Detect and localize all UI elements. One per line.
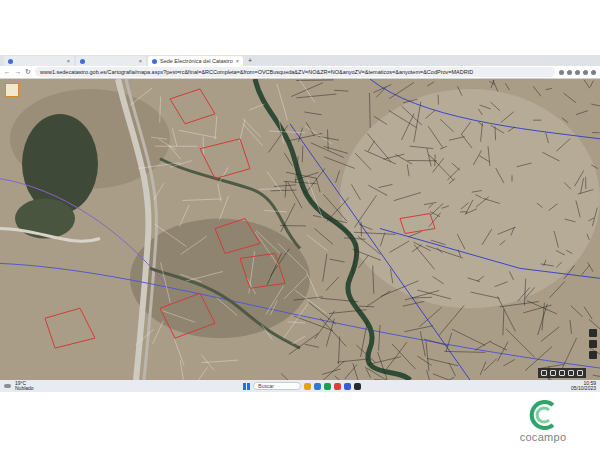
tab-title[interactable]: Sede Electrónica del Catastro [160, 56, 233, 66]
taskbar-apps [243, 382, 361, 390]
address-field[interactable]: www1.sedecatastro.gob.es/Cartografia/map… [35, 67, 555, 77]
weather-text: 19°CNublado [15, 381, 34, 392]
nav-button[interactable]: ↻ [25, 67, 31, 77]
taskbar: 19°CNublado 10:5905/10/2023 [0, 380, 600, 392]
map-tools [589, 329, 597, 359]
clock-date: 05/10/2023 [571, 386, 596, 391]
browser-toolbar [559, 70, 596, 75]
app-icon[interactable] [354, 383, 361, 390]
logo-text: cocampo [520, 431, 567, 443]
logo-area: cocampo [0, 392, 600, 450]
browser-tab[interactable]: × [76, 56, 146, 66]
app-icon[interactable] [334, 383, 341, 390]
site-icon [80, 59, 85, 64]
cocampo-logo: cocampo [498, 399, 588, 443]
top-margin [0, 0, 600, 55]
area-icon[interactable] [550, 370, 556, 376]
extension-icon[interactable] [567, 70, 572, 75]
extension-icon[interactable] [575, 70, 580, 75]
site-icon [152, 59, 157, 64]
print-icon[interactable] [559, 370, 565, 376]
zoom-in-icon[interactable] [589, 329, 597, 337]
map-bottom-tools [538, 368, 586, 378]
layers-icon[interactable] [577, 370, 583, 376]
measure-icon[interactable] [541, 370, 547, 376]
new-tab-button[interactable]: + [245, 56, 255, 66]
cadastral-map[interactable] [0, 79, 600, 380]
zoom-out-icon[interactable] [589, 340, 597, 348]
browser-tab[interactable]: Sede Electrónica del Catastro× [148, 56, 243, 66]
locate-icon[interactable] [589, 351, 597, 359]
app-icon[interactable] [324, 383, 331, 390]
extension-icon[interactable] [559, 70, 564, 75]
taskbar-search[interactable] [253, 382, 301, 390]
close-tab-button[interactable]: × [67, 56, 70, 66]
nav-button[interactable]: → [15, 67, 22, 77]
app-icon[interactable] [344, 383, 351, 390]
address-bar: ← →↻ www1.sedecatastro.gob.es/Cartografia/… [0, 66, 600, 79]
nav-button[interactable]: ← [4, 67, 11, 77]
taskbar-clock[interactable]: 10:5905/10/2023 [571, 381, 596, 392]
extension-icon[interactable] [591, 70, 596, 75]
close-tab-button[interactable]: × [139, 56, 142, 66]
site-icon [8, 59, 13, 64]
map-layer-icon[interactable] [5, 83, 19, 97]
info-icon[interactable] [568, 370, 574, 376]
weather-widget[interactable]: 19°CNublado [4, 381, 34, 392]
cloud-icon [4, 384, 11, 388]
weather-desc: Nublado [15, 386, 34, 391]
browser-window: ××Sede Electrónica del Catastro×+ ←→↻www… [0, 55, 600, 392]
app-icon[interactable] [304, 383, 311, 390]
extension-icon[interactable] [583, 70, 588, 75]
windows-start-icon[interactable] [243, 383, 250, 390]
tab-bar: ××Sede Electrónica del Catastro×+ [0, 55, 600, 66]
map-image[interactable] [0, 79, 600, 380]
app-icon[interactable] [314, 383, 321, 390]
cocampo-logo-icon [523, 399, 563, 431]
close-tab-button[interactable]: × [236, 56, 239, 66]
browser-tab[interactable]: × [4, 56, 74, 66]
